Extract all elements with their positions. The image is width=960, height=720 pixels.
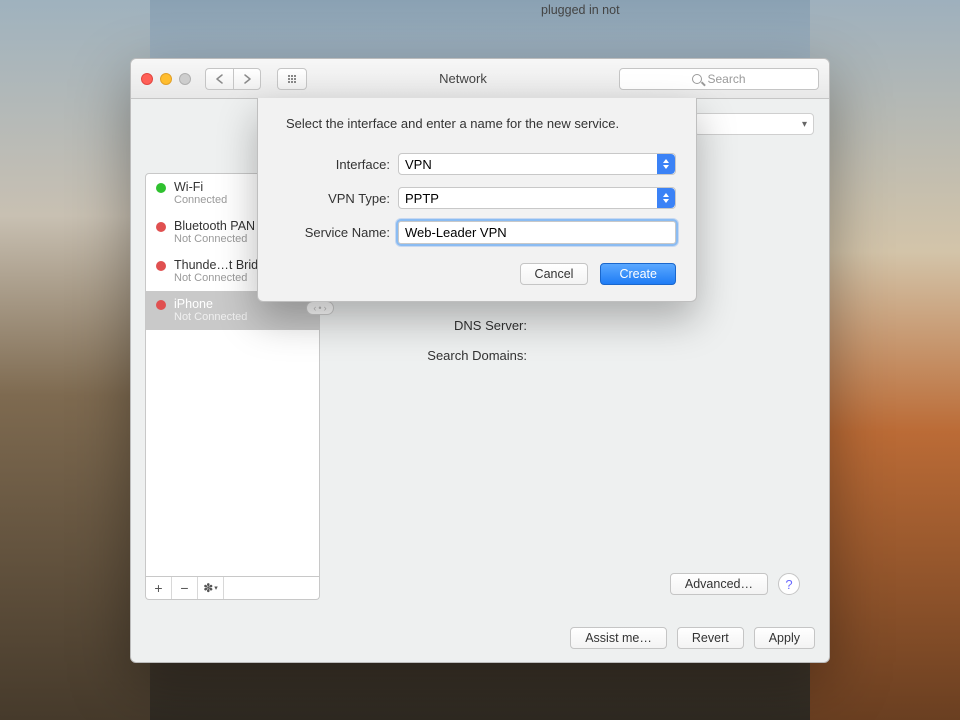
- service-status: Connected: [174, 194, 227, 207]
- chevron-down-icon: ▾: [214, 584, 218, 592]
- chevron-updown-icon: [657, 188, 675, 208]
- config-select[interactable]: ▾: [694, 113, 814, 135]
- reorder-handle-icon[interactable]: ‹•›: [306, 301, 320, 315]
- service-status: Not Connected: [174, 311, 247, 324]
- label-dns: DNS Server:: [335, 318, 535, 333]
- revert-button[interactable]: Revert: [677, 627, 744, 649]
- desktop-bg-right: [810, 0, 960, 720]
- minimize-window[interactable]: [160, 73, 172, 85]
- interface-select[interactable]: VPN: [398, 153, 676, 175]
- create-service-sheet: Select the interface and enter a name fo…: [257, 98, 697, 302]
- interface-value: VPN: [405, 157, 432, 172]
- label-search-domains: Search Domains:: [335, 348, 535, 363]
- remove-service-button[interactable]: −: [172, 577, 198, 599]
- nav-back-forward: [205, 68, 261, 90]
- vpn-type-select[interactable]: PPTP: [398, 187, 676, 209]
- service-list-footer: + − ✽ ▾: [145, 577, 320, 600]
- add-service-button[interactable]: +: [146, 577, 172, 599]
- vpn-type-label: VPN Type:: [278, 191, 398, 206]
- search-field[interactable]: Search: [619, 68, 819, 90]
- service-actions-menu[interactable]: ✽ ▾: [198, 577, 224, 599]
- search-placeholder: Search: [707, 72, 745, 86]
- back-button[interactable]: [205, 68, 233, 90]
- grid-icon: [288, 75, 296, 83]
- status-blurb: plugged in not: [541, 2, 814, 18]
- sheet-heading: Select the interface and enter a name fo…: [278, 116, 676, 131]
- window-titlebar: Network Search: [131, 59, 829, 99]
- status-led-icon: [156, 300, 166, 310]
- window-footer: Assist me… Revert Apply: [131, 614, 829, 662]
- service-name: Bluetooth PAN: [174, 219, 255, 233]
- status-led-icon: [156, 261, 166, 271]
- network-prefs-window: Network Search Wi-Fi Connected Bluetoot: [130, 58, 830, 663]
- window-traffic-lights: [141, 73, 191, 85]
- interface-label: Interface:: [278, 157, 398, 172]
- assist-me-button[interactable]: Assist me…: [570, 627, 667, 649]
- chevron-updown-icon: [657, 154, 675, 174]
- gear-icon: ✽: [203, 581, 213, 595]
- forward-button[interactable]: [233, 68, 261, 90]
- search-icon: [692, 74, 702, 84]
- chevron-updown-icon: ▾: [802, 119, 807, 130]
- show-all-button[interactable]: [277, 68, 307, 90]
- close-window[interactable]: [141, 73, 153, 85]
- service-name-input[interactable]: [398, 221, 676, 244]
- advanced-button[interactable]: Advanced…: [670, 573, 768, 595]
- apply-button[interactable]: Apply: [754, 627, 815, 649]
- status-led-icon: [156, 183, 166, 193]
- desktop-bg-left: [0, 0, 150, 720]
- service-name: Wi-Fi: [174, 180, 227, 194]
- create-button[interactable]: Create: [600, 263, 676, 285]
- zoom-window[interactable]: [179, 73, 191, 85]
- status-led-icon: [156, 222, 166, 232]
- service-status: Not Connected: [174, 233, 255, 246]
- window-title: Network: [315, 71, 611, 86]
- vpn-type-value: PPTP: [405, 191, 439, 206]
- help-button[interactable]: ?: [778, 573, 800, 595]
- service-name-label: Service Name:: [278, 225, 398, 240]
- cancel-button[interactable]: Cancel: [520, 263, 589, 285]
- service-name: iPhone: [174, 297, 247, 311]
